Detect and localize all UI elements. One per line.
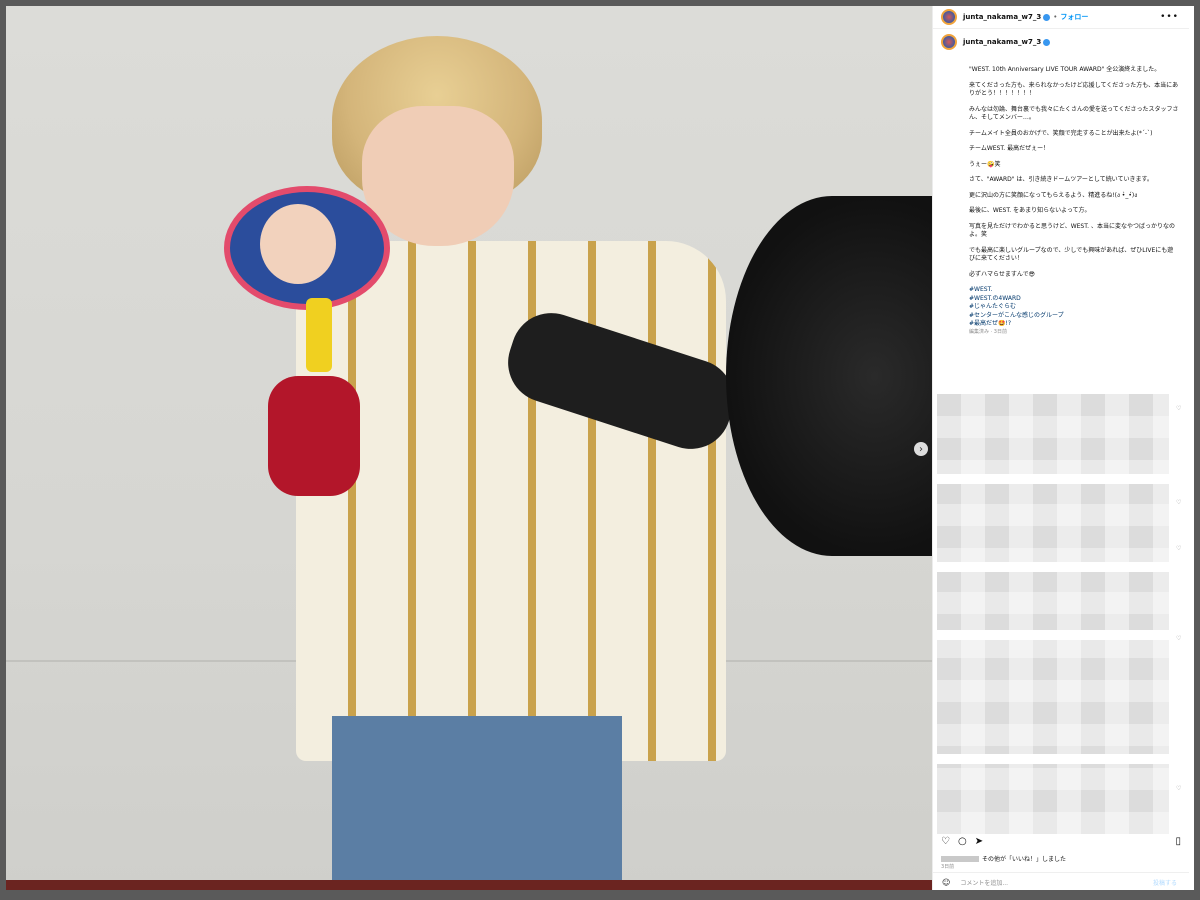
caption-paragraph: うぇー🤪笑 (969, 160, 1001, 168)
avatar[interactable] (941, 9, 957, 25)
comment-like-icon[interactable]: ♡ (1176, 546, 1182, 552)
caption-paragraph: 来てくださった方も、来られなかったけど応援してくださった方も、本当にありがとう！… (969, 81, 1179, 98)
post-time: 3日前 (941, 864, 955, 870)
photo-person-shirt (296, 241, 726, 761)
comment-divider (937, 630, 1169, 640)
follow-button[interactable]: フォロー (1060, 12, 1088, 22)
caption-paragraph: でも最高に楽しいグループなので、少しでも興味があれば、ぜひLIVEにも遊びに来て… (969, 246, 1174, 263)
chevron-right-icon[interactable]: › (914, 442, 928, 456)
heart-icon[interactable]: ♡ (941, 836, 950, 847)
photo-person-face (362, 106, 514, 246)
caption-avatar[interactable] (941, 34, 957, 50)
blurred-username (941, 855, 979, 862)
photo-person-sleeve (268, 376, 360, 496)
hashtag-link[interactable]: #最高だぜ🤩!? (969, 320, 1011, 327)
blurred-comments (937, 394, 1169, 834)
caption-paragraph: 必ずハマらせますんで😎 (969, 270, 1035, 278)
comment-divider (937, 474, 1169, 484)
comment-like-icon[interactable]: ♡ (1176, 786, 1182, 792)
share-icon[interactable]: ➤ (975, 836, 983, 847)
caption-paragraph: チームWEST. 最高だぜぇー！ (969, 145, 1050, 152)
post-side-panel: junta_nakama_w7_3 • フォロー ••• junta_nakam… (932, 6, 1189, 890)
photo-bottom-strip (6, 880, 932, 890)
hashtag-link[interactable]: #WEST.の4WARD (969, 295, 1021, 302)
hashtag-link[interactable]: #じゃんたぐらむ (969, 303, 1016, 310)
comments-list-blurred (937, 394, 1169, 834)
header-username[interactable]: junta_nakama_w7_3 (963, 13, 1041, 21)
more-options-icon[interactable]: ••• (1160, 12, 1179, 22)
verified-badge-icon (1043, 38, 1051, 46)
edited-timestamp: 編集済み · 3日前 (969, 328, 1007, 335)
caption-paragraph: さて、"AWARD" は、引き続きドームツアーとして続いていきます。 (969, 176, 1153, 183)
comment-like-icon[interactable]: ♡ (1176, 500, 1182, 506)
post-comment-button[interactable]: 投稿する (1153, 878, 1177, 887)
caption-paragraph: チームメイト全員のおかげで、笑顔で完走することが出来たよ(*´-`) (969, 129, 1153, 137)
likes-summary[interactable]: その他が「いいね！」しました (941, 854, 1066, 863)
bookmark-icon[interactable]: ▯ (1175, 836, 1181, 847)
separator: • (1053, 13, 1058, 21)
hashtag-link[interactable]: #センターがこんな感じのグループ (969, 312, 1064, 319)
caption-paragraph: 更に沢山の方に笑顔になってもらえるよう、精進るね!(ง •̀_•́)ง (969, 191, 1138, 199)
caption-paragraph: みんなは勿論、舞台裏でも我々にたくさんの愛を送ってくださったスタッフさん、そして… (969, 105, 1179, 122)
photo-fan-face (260, 204, 336, 284)
add-comment-bar: ☺ コメントを追加... 投稿する (933, 872, 1189, 891)
comment-like-icon[interactable]: ♡ (1176, 636, 1182, 642)
emoji-icon[interactable]: ☺ (942, 878, 950, 887)
photo-fan-handle (306, 298, 332, 372)
comment-icon[interactable]: ○ (958, 836, 967, 847)
comment-like-icon[interactable]: ♡ (1176, 406, 1182, 412)
caption-paragraph: 最後に、WEST. をあまり知らないよって方。 (969, 207, 1091, 214)
caption-text: "WEST. 10th Anniversary LIVE TOUR AWARD"… (969, 66, 1179, 336)
comment-divider (937, 562, 1169, 572)
caption-paragraph: "WEST. 10th Anniversary LIVE TOUR AWARD"… (969, 66, 1161, 73)
caption-username[interactable]: junta_nakama_w7_3 (963, 38, 1041, 46)
caption-header: junta_nakama_w7_3 (941, 34, 1051, 50)
comment-divider (937, 754, 1169, 764)
photo-person-jeans (332, 716, 622, 890)
comment-input[interactable]: コメントを追加... (960, 878, 1008, 887)
likes-text: その他が「いいね！」しました (982, 856, 1067, 863)
hashtag-link[interactable]: #WEST. (969, 286, 992, 293)
post-header: junta_nakama_w7_3 • フォロー ••• (933, 6, 1189, 29)
post-photo[interactable] (6, 6, 932, 890)
photo-second-person-hair (726, 196, 932, 556)
caption-paragraph: 写真を見ただけでわかると思うけど、WEST. 、本当に変なやつばっかりなのよ。笑 (969, 222, 1176, 239)
hashtag-list: #WEST. #WEST.の4WARD #じゃんたぐらむ #センターがこんな感じ… (969, 286, 1179, 329)
post-actions: ♡ ○ ➤ ▯ (941, 834, 1181, 848)
verified-badge-icon (1043, 13, 1051, 21)
